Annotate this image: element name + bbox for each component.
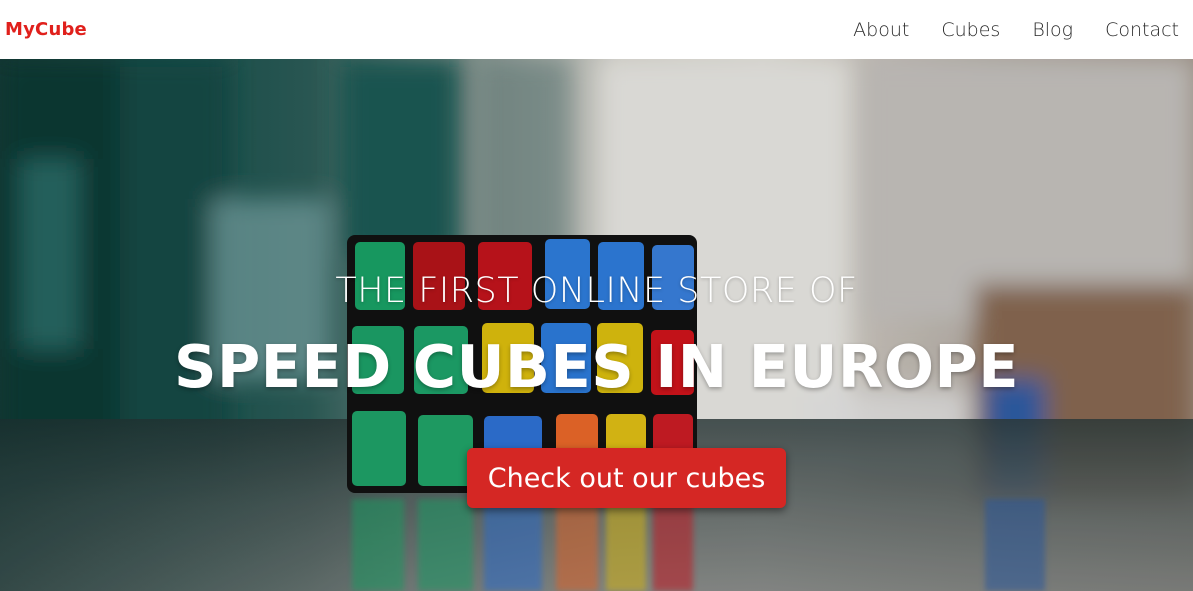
hero-headline: SPEED CUBES IN EUROPE [173,332,1020,401]
main-nav: About Cubes Blog Contact [821,19,1179,41]
navbar: MyCube About Cubes Blog Contact [0,0,1193,59]
nav-contact-link[interactable]: Contact [1105,19,1179,41]
nav-blog-link[interactable]: Blog [1032,19,1073,41]
check-out-cubes-button[interactable]: Check out our cubes [467,448,786,508]
hero-text-block: THE FIRST ONLINE STORE OF SPEED CUBES IN… [0,59,1193,591]
nav-about-link[interactable]: About [853,19,909,41]
nav-cubes-link[interactable]: Cubes [941,19,1000,41]
hero-section: THE FIRST ONLINE STORE OF SPEED CUBES IN… [0,59,1193,591]
hero-subtitle: THE FIRST ONLINE STORE OF [335,271,858,311]
brand-logo[interactable]: MyCube [5,19,87,40]
